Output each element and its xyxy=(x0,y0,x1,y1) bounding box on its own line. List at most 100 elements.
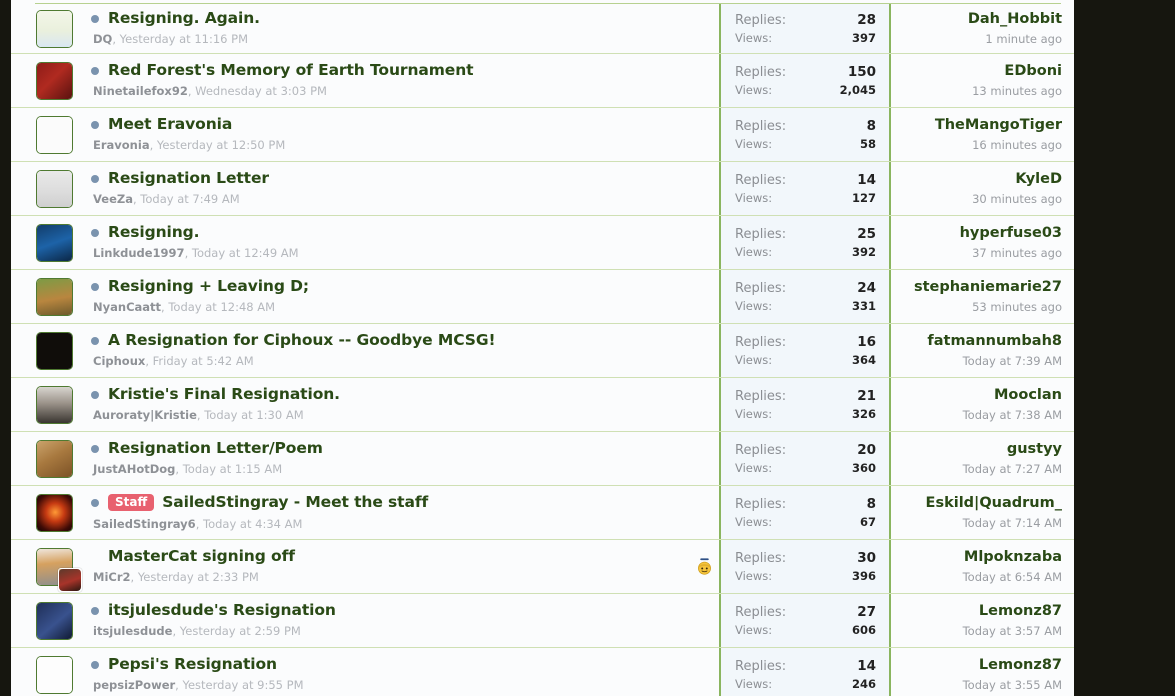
table-row[interactable]: Pepsi's Resignation pepsizPower, Yesterd… xyxy=(11,648,1074,696)
thread-title-cell[interactable]: Meet Eravonia Eravonia, Yesterday at 12:… xyxy=(73,108,689,161)
avatar[interactable] xyxy=(36,493,73,532)
thread-title-cell[interactable]: itsjulesdude's Resignation itsjulesdude,… xyxy=(73,594,689,647)
thread-title-link[interactable]: Kristie's Final Resignation. xyxy=(108,386,340,403)
table-row[interactable]: Staff SailedStingray - Meet the staff Sa… xyxy=(11,486,1074,540)
thread-avatar-cell[interactable] xyxy=(11,378,73,431)
last-post-time[interactable]: 1 minute ago xyxy=(985,32,1062,46)
table-row[interactable]: Kristie's Final Resignation. Auroraty|Kr… xyxy=(11,378,1074,432)
thread-author-link[interactable]: DQ xyxy=(93,32,112,46)
avatar[interactable] xyxy=(36,547,82,592)
table-row[interactable]: Red Forest's Memory of Earth Tournament … xyxy=(11,54,1074,108)
table-row[interactable]: Resigning. Again. DQ, Yesterday at 11:16… xyxy=(11,4,1074,54)
thread-prefix-badge[interactable]: Staff xyxy=(108,494,155,511)
thread-title-cell[interactable]: Pepsi's Resignation pepsizPower, Yesterd… xyxy=(73,648,689,696)
thread-author-link[interactable]: itsjulesdude xyxy=(93,624,172,638)
thread-author-link[interactable]: NyanCaatt xyxy=(93,300,161,314)
last-post-user-link[interactable]: gustyy xyxy=(1007,441,1062,457)
thread-title-link[interactable]: Meet Eravonia xyxy=(108,116,232,133)
thread-author-link[interactable]: Ciphoux xyxy=(93,354,145,368)
thread-title-link[interactable]: Pepsi's Resignation xyxy=(108,656,277,673)
table-row[interactable]: A Resignation for Ciphoux -- Goodbye MCS… xyxy=(11,324,1074,378)
thread-author-link[interactable]: MiCr2 xyxy=(93,570,131,584)
table-row[interactable]: Meet Eravonia Eravonia, Yesterday at 12:… xyxy=(11,108,1074,162)
thread-title-link[interactable]: Resigning. xyxy=(108,224,200,241)
avatar[interactable] xyxy=(36,331,73,370)
last-post-time[interactable]: Today at 7:38 AM xyxy=(963,408,1062,422)
last-post-user-link[interactable]: Dah_Hobbit xyxy=(968,11,1062,27)
mini-avatar[interactable] xyxy=(58,567,82,592)
last-post-time[interactable]: 53 minutes ago xyxy=(972,300,1062,314)
last-post-time[interactable]: Today at 7:27 AM xyxy=(963,462,1062,476)
thread-title-cell[interactable]: Kristie's Final Resignation. Auroraty|Kr… xyxy=(73,378,689,431)
thread-title-cell[interactable]: Staff SailedStingray - Meet the staff Sa… xyxy=(73,486,689,539)
avatar[interactable] xyxy=(36,115,73,154)
thread-title-link[interactable]: MasterCat signing off xyxy=(108,548,295,565)
last-post-time[interactable]: 37 minutes ago xyxy=(972,246,1062,260)
last-post-user-link[interactable]: Eskild|Quadrum_ xyxy=(926,495,1062,511)
avatar[interactable] xyxy=(36,439,73,478)
avatar[interactable] xyxy=(36,655,73,694)
avatar[interactable] xyxy=(36,601,73,640)
thread-author-link[interactable]: SailedStingray6 xyxy=(93,517,196,531)
last-post-time[interactable]: 30 minutes ago xyxy=(972,192,1062,206)
thread-title-cell[interactable]: MasterCat signing off MiCr2, Yesterday a… xyxy=(73,540,689,593)
thread-title-link[interactable]: Resignation Letter/Poem xyxy=(108,440,323,457)
last-post-user-link[interactable]: KyleD xyxy=(1015,171,1062,187)
thread-author-link[interactable]: Auroraty|Kristie xyxy=(93,408,197,422)
thread-title-cell[interactable]: Resigning + Leaving D; NyanCaatt, Today … xyxy=(73,270,689,323)
thread-avatar-cell[interactable] xyxy=(11,108,73,161)
thread-avatar-cell[interactable] xyxy=(11,324,73,377)
last-post-user-link[interactable]: stephaniemarie27 xyxy=(914,279,1062,295)
last-post-time[interactable]: 13 minutes ago xyxy=(972,84,1062,98)
thread-avatar-cell[interactable] xyxy=(11,270,73,323)
thread-avatar-cell[interactable] xyxy=(11,432,73,485)
table-row[interactable]: Resigning + Leaving D; NyanCaatt, Today … xyxy=(11,270,1074,324)
table-row[interactable]: Resigning. Linkdude1997, Today at 12:49 … xyxy=(11,216,1074,270)
thread-author-link[interactable]: Eravonia xyxy=(93,138,150,152)
thread-title-cell[interactable]: Resigning. Again. DQ, Yesterday at 11:16… xyxy=(73,4,689,53)
avatar[interactable] xyxy=(36,169,73,208)
thread-author-link[interactable]: JustAHotDog xyxy=(93,462,175,476)
thread-avatar-cell[interactable] xyxy=(11,54,73,107)
thread-title-link[interactable]: A Resignation for Ciphoux -- Goodbye MCS… xyxy=(108,332,496,349)
thread-title-cell[interactable]: Resigning. Linkdude1997, Today at 12:49 … xyxy=(73,216,689,269)
thread-avatar-cell[interactable] xyxy=(11,4,73,53)
last-post-time[interactable]: Today at 7:14 AM xyxy=(963,516,1062,530)
thread-title-cell[interactable]: Resignation Letter VeeZa, Today at 7:49 … xyxy=(73,162,689,215)
table-row[interactable]: itsjulesdude's Resignation itsjulesdude,… xyxy=(11,594,1074,648)
avatar[interactable] xyxy=(36,277,73,316)
thread-avatar-cell[interactable] xyxy=(11,648,73,696)
thread-title-cell[interactable]: A Resignation for Ciphoux -- Goodbye MCS… xyxy=(73,324,689,377)
thread-author-link[interactable]: Ninetailefox92 xyxy=(93,84,188,98)
avatar[interactable] xyxy=(36,385,73,424)
thread-title-link[interactable]: Red Forest's Memory of Earth Tournament xyxy=(108,62,474,79)
thread-title-link[interactable]: Resignation Letter xyxy=(108,170,269,187)
last-post-user-link[interactable]: hyperfuse03 xyxy=(960,225,1062,241)
last-post-user-link[interactable]: TheMangoTiger xyxy=(935,117,1062,133)
thread-avatar-cell[interactable] xyxy=(11,216,73,269)
table-row[interactable]: Resignation Letter/Poem JustAHotDog, Tod… xyxy=(11,432,1074,486)
last-post-time[interactable]: Today at 3:57 AM xyxy=(963,624,1062,638)
last-post-user-link[interactable]: fatmannumbah8 xyxy=(927,333,1062,349)
thread-title-cell[interactable]: Red Forest's Memory of Earth Tournament … xyxy=(73,54,689,107)
last-post-time[interactable]: 16 minutes ago xyxy=(972,138,1062,152)
last-post-user-link[interactable]: Mooclan xyxy=(994,387,1062,403)
last-post-user-link[interactable]: Lemonz87 xyxy=(979,603,1062,619)
last-post-user-link[interactable]: Lemonz87 xyxy=(979,657,1062,673)
table-row[interactable]: Resignation Letter VeeZa, Today at 7:49 … xyxy=(11,162,1074,216)
avatar[interactable] xyxy=(36,223,73,262)
thread-author-link[interactable]: Linkdude1997 xyxy=(93,246,185,260)
last-post-user-link[interactable]: EDboni xyxy=(1004,63,1062,79)
thread-title-link[interactable]: Resigning. Again. xyxy=(108,10,260,27)
thread-title-cell[interactable]: Resignation Letter/Poem JustAHotDog, Tod… xyxy=(73,432,689,485)
last-post-time[interactable]: Today at 3:55 AM xyxy=(963,678,1062,692)
avatar[interactable] xyxy=(36,9,73,48)
last-post-user-link[interactable]: Mlpoknzaba xyxy=(964,549,1062,565)
thread-list[interactable]: Resigning. Again. DQ, Yesterday at 11:16… xyxy=(11,4,1074,696)
thread-title-link[interactable]: Resigning + Leaving D; xyxy=(108,278,309,295)
thread-avatar-cell[interactable] xyxy=(11,486,73,539)
thread-title-link[interactable]: SailedStingray - Meet the staff xyxy=(162,494,428,511)
thread-author-link[interactable]: VeeZa xyxy=(93,192,133,206)
thread-avatar-cell[interactable] xyxy=(11,594,73,647)
avatar[interactable] xyxy=(36,61,73,100)
